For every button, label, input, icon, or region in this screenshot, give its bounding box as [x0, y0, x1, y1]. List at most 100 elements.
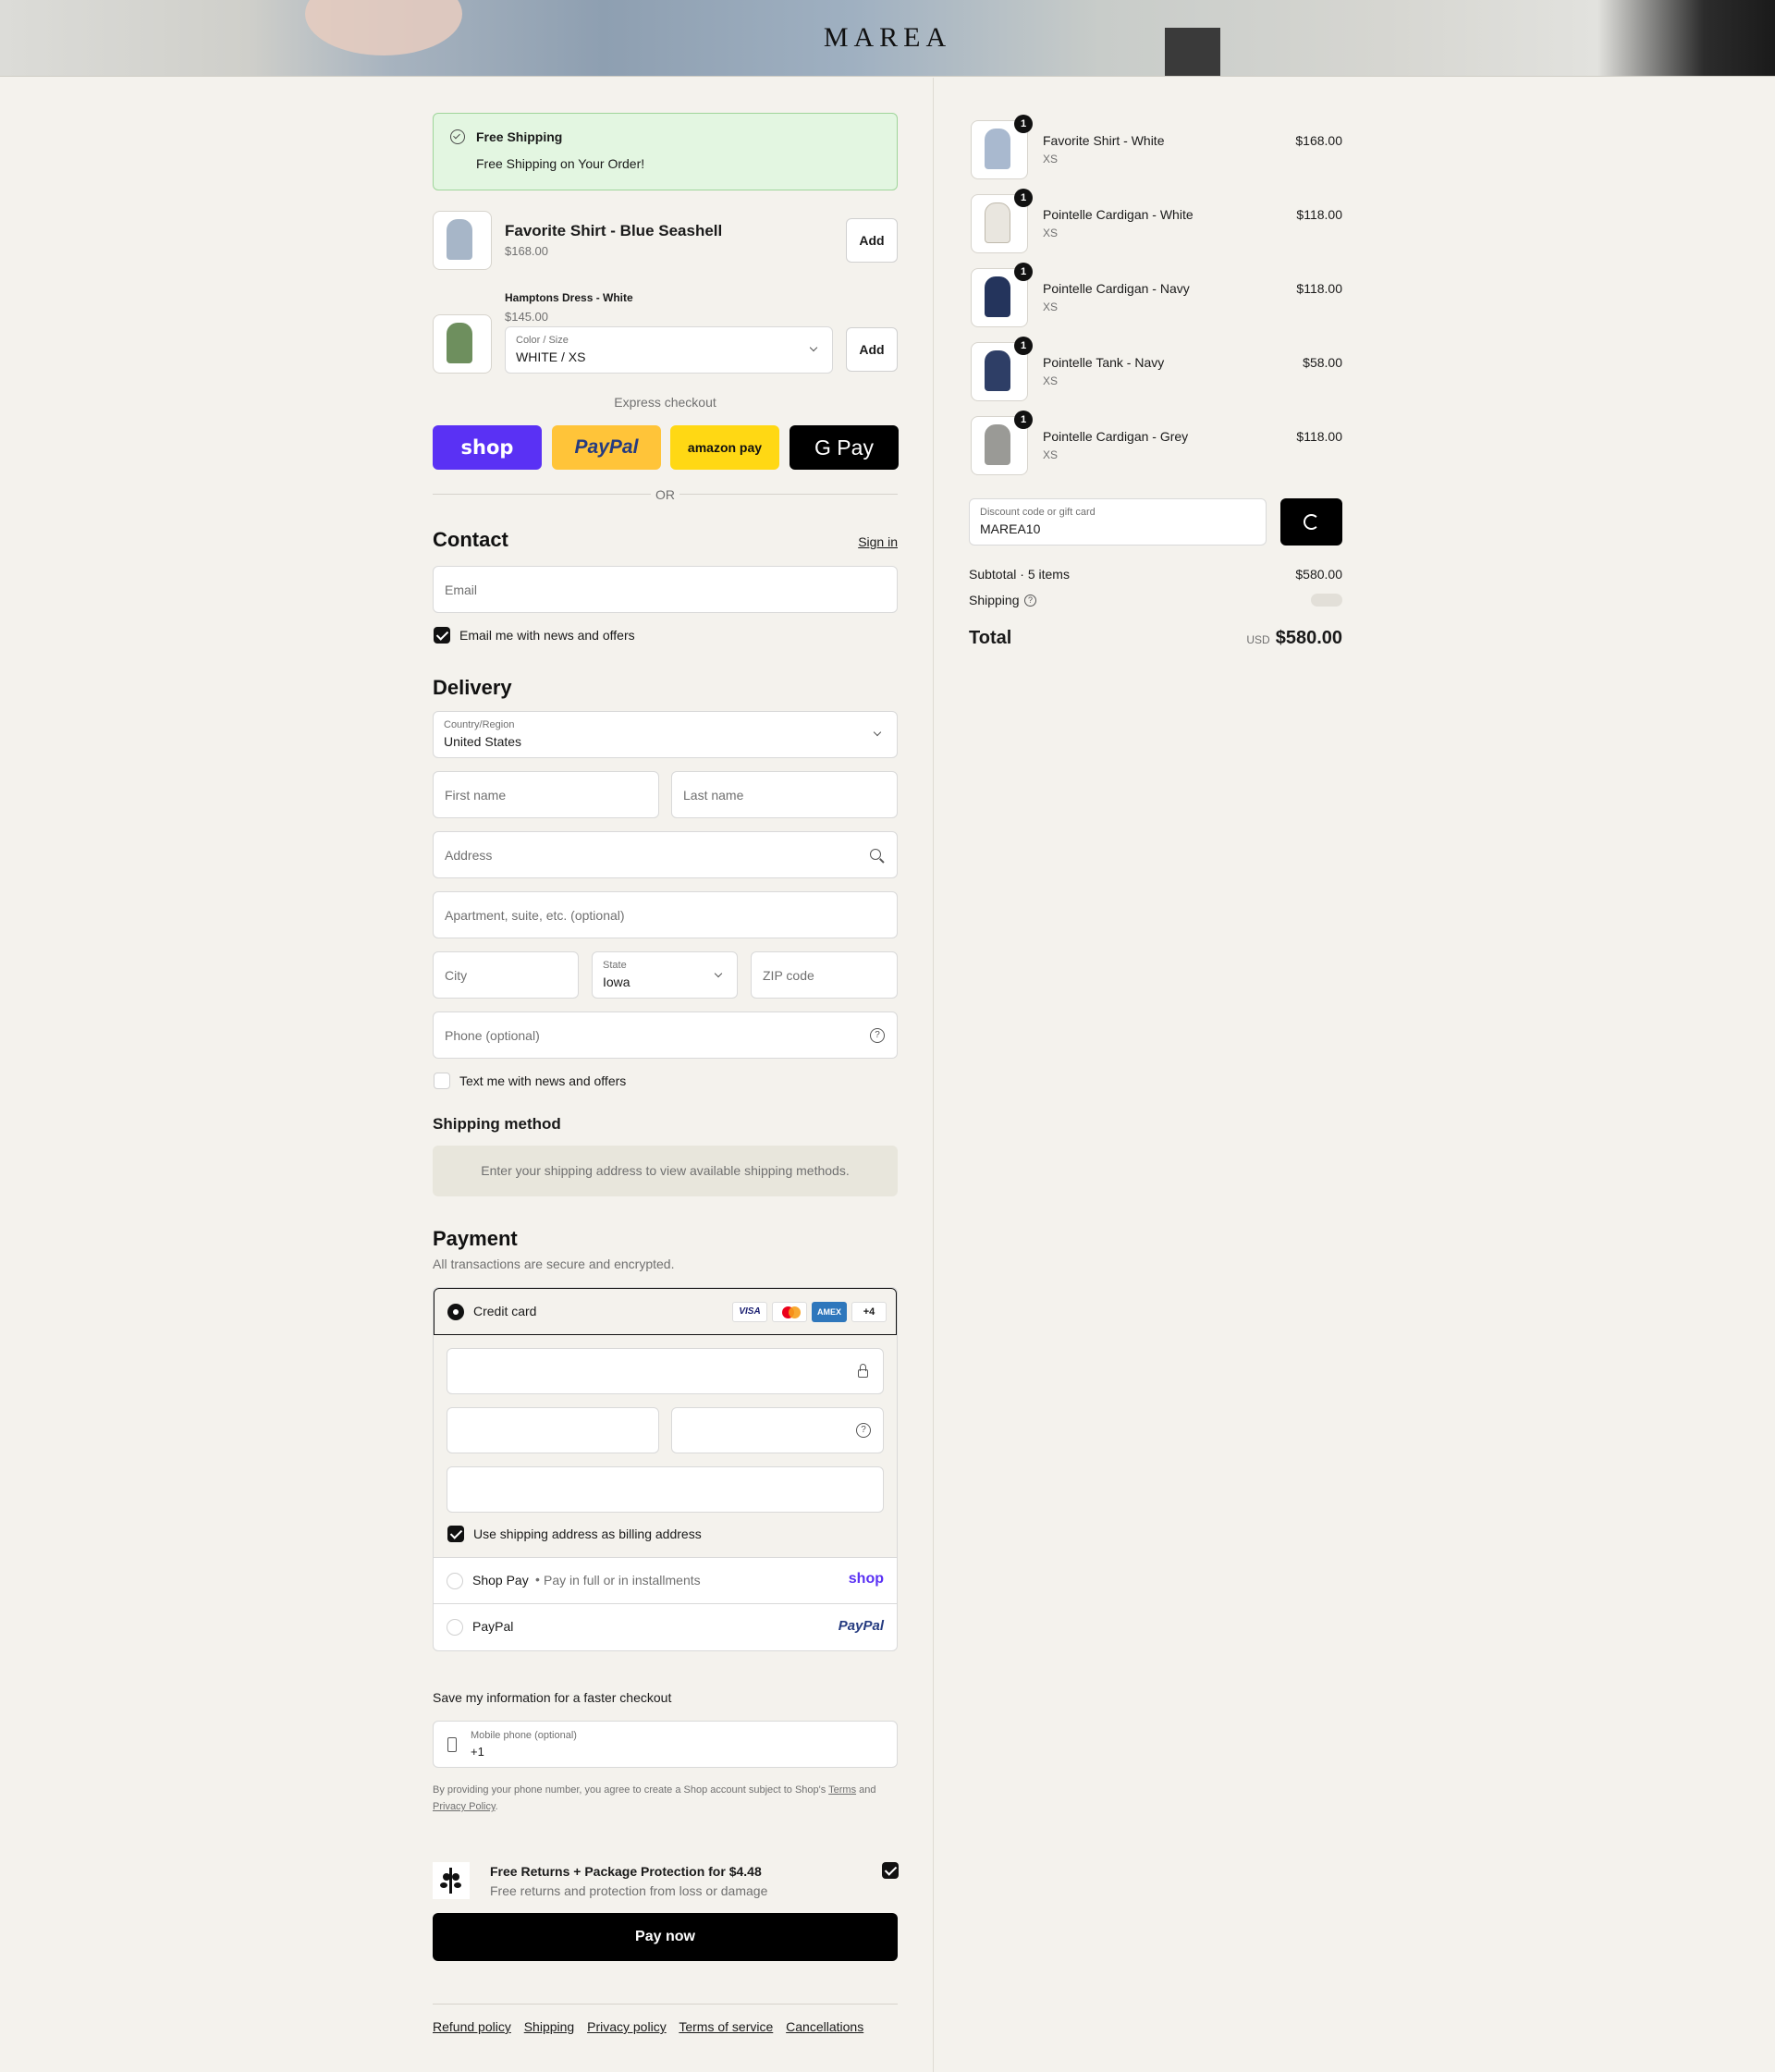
- payment-methods: Credit card VISA AMEX +4 ? Use shipping …: [433, 1287, 898, 1651]
- order-item-variant: XS: [1043, 448, 1059, 461]
- phone-disclaimer: By providing your phone number, you agre…: [433, 1784, 876, 1812]
- or-divider-right: [679, 494, 898, 495]
- contact-heading: Contact: [433, 528, 508, 551]
- first-name-field[interactable]: First name: [433, 771, 659, 818]
- amazon-pay-button[interactable]: amazon pay: [670, 425, 779, 470]
- add-upsell-button[interactable]: Add: [846, 327, 898, 372]
- payment-heading: Payment: [433, 1227, 518, 1250]
- email-news-label: Email me with news and offers: [459, 628, 635, 643]
- email-field[interactable]: Email: [433, 566, 898, 613]
- check-circle-icon: [450, 129, 465, 144]
- zip-field[interactable]: ZIP code: [751, 951, 898, 999]
- shipping-method-message: Enter your shipping address to view avai…: [433, 1146, 898, 1196]
- more-cards-badge: +4: [851, 1302, 887, 1322]
- shop-logo: shop: [848, 1571, 884, 1587]
- order-summary-panel: [934, 78, 1775, 2072]
- chevron-down-icon: [714, 969, 723, 978]
- billing-address-label: Use shipping address as billing address: [473, 1526, 702, 1541]
- order-item-price: $168.00: [1295, 133, 1342, 148]
- state-select[interactable]: State Iowa: [592, 951, 738, 999]
- quantity-badge: 1: [1014, 263, 1033, 281]
- or-divider-label: OR: [655, 487, 675, 502]
- google-pay-button[interactable]: G Pay: [790, 425, 899, 470]
- credit-card-option[interactable]: Credit card VISA AMEX +4: [434, 1288, 897, 1335]
- country-select[interactable]: Country/Region United States: [433, 711, 898, 758]
- help-circle-icon[interactable]: ?: [1024, 595, 1036, 607]
- cancellations-link[interactable]: Cancellations: [786, 2019, 863, 2034]
- order-item-variant: XS: [1043, 300, 1059, 313]
- footer-links: Refund policy Shipping Privacy policy Te…: [433, 2019, 863, 2034]
- security-code-field[interactable]: ?: [671, 1407, 884, 1453]
- shop-pay-button[interactable]: shop: [433, 425, 542, 470]
- order-item-price: $118.00: [1296, 207, 1342, 222]
- subtotal-label: Subtotal · 5 items: [969, 567, 1070, 582]
- add-upsell-button[interactable]: Add: [846, 218, 898, 263]
- brand-logo[interactable]: MAREA: [0, 22, 1775, 54]
- banner-text: Free Shipping on Your Order!: [476, 156, 645, 171]
- upsell-title: Favorite Shirt - Blue Seashell: [505, 222, 723, 239]
- upsell-title: Hamptons Dress - White: [505, 291, 633, 304]
- quantity-badge: 1: [1014, 189, 1033, 207]
- privacy-policy-link[interactable]: Privacy Policy: [433, 1801, 496, 1812]
- apartment-field[interactable]: Apartment, suite, etc. (optional): [433, 891, 898, 938]
- order-item-name: Favorite Shirt - White: [1043, 133, 1165, 148]
- city-field[interactable]: City: [433, 951, 579, 999]
- name-on-card-field[interactable]: [447, 1466, 884, 1513]
- terms-of-service-link[interactable]: Terms of service: [679, 2019, 773, 2034]
- order-item-variant: XS: [1043, 374, 1059, 387]
- visa-icon: VISA: [732, 1302, 767, 1322]
- loading-spinner-icon: [1304, 514, 1319, 530]
- or-divider-left: [433, 494, 651, 495]
- card-form: ? Use shipping address as billing addres…: [434, 1335, 897, 1558]
- last-name-field[interactable]: Last name: [671, 771, 898, 818]
- sign-in-link[interactable]: Sign in: [858, 534, 898, 549]
- quantity-badge: 1: [1014, 115, 1033, 133]
- address-field[interactable]: Address: [433, 831, 898, 878]
- footer-divider: [433, 2004, 898, 2005]
- upsell-price: $168.00: [505, 244, 548, 258]
- billing-address-checkbox[interactable]: [447, 1526, 464, 1542]
- text-news-checkbox[interactable]: [434, 1073, 450, 1089]
- apply-discount-button[interactable]: [1280, 498, 1342, 546]
- total-label: Total: [969, 628, 1012, 648]
- order-item-name: Pointelle Tank - Navy: [1043, 355, 1165, 370]
- card-number-field[interactable]: [447, 1348, 884, 1394]
- pay-now-button[interactable]: Pay now: [433, 1913, 898, 1961]
- refund-policy-link[interactable]: Refund policy: [433, 2019, 511, 2034]
- free-shipping-banner: Free Shipping Free Shipping on Your Orde…: [433, 113, 898, 190]
- protection-checkbox[interactable]: [882, 1862, 899, 1879]
- paypal-option[interactable]: PayPal PayPal: [434, 1604, 897, 1650]
- shipping-method-heading: Shipping method: [433, 1115, 561, 1133]
- protection-logo: [433, 1862, 470, 1899]
- terms-link[interactable]: Terms: [828, 1784, 856, 1796]
- order-item-name: Pointelle Cardigan - White: [1043, 207, 1194, 222]
- shipping-policy-link[interactable]: Shipping: [524, 2019, 575, 2034]
- expiry-field[interactable]: [447, 1407, 659, 1453]
- order-item-variant: XS: [1043, 227, 1059, 239]
- shop-pay-radio[interactable]: [447, 1573, 463, 1589]
- paypal-button[interactable]: PayPal: [552, 425, 661, 470]
- chevron-down-icon: [809, 343, 818, 352]
- upsell-image: [433, 314, 492, 374]
- shipping-value-placeholder: [1311, 594, 1342, 607]
- paypal-logo: PayPal: [838, 1618, 884, 1634]
- help-circle-icon[interactable]: ?: [856, 1423, 871, 1438]
- order-item-name: Pointelle Cardigan - Navy: [1043, 281, 1190, 296]
- mobile-phone-field[interactable]: Mobile phone (optional) +1: [433, 1721, 898, 1768]
- variant-select[interactable]: Color / Size WHITE / XS: [505, 326, 833, 374]
- email-news-checkbox[interactable]: [434, 627, 450, 644]
- shop-pay-option[interactable]: Shop Pay • Pay in full or in installment…: [434, 1558, 897, 1604]
- quantity-badge: 1: [1014, 411, 1033, 429]
- order-item-variant: XS: [1043, 153, 1059, 166]
- help-circle-icon[interactable]: ?: [870, 1028, 885, 1043]
- privacy-policy-footer-link[interactable]: Privacy policy: [587, 2019, 667, 2034]
- quantity-badge: 1: [1014, 337, 1033, 355]
- delivery-heading: Delivery: [433, 676, 512, 699]
- paypal-radio[interactable]: [447, 1619, 463, 1636]
- shop-pay-subtitle: Pay in full or in installments: [544, 1573, 701, 1588]
- order-item-price: $118.00: [1296, 429, 1342, 444]
- discount-code-field[interactable]: Discount code or gift card MAREA10: [969, 498, 1267, 546]
- phone-field[interactable]: Phone (optional) ?: [433, 1011, 898, 1059]
- credit-card-radio[interactable]: [447, 1304, 464, 1320]
- paypal-label: PayPal: [472, 1619, 514, 1634]
